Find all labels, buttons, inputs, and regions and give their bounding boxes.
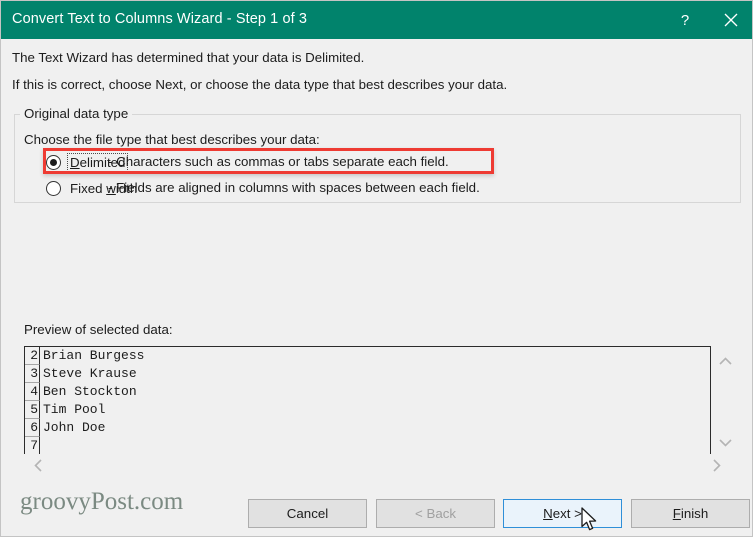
help-button[interactable]: ? <box>662 1 708 39</box>
preview-row-number: 5 <box>25 401 40 419</box>
preview-horizontal-scrollbar[interactable] <box>24 454 738 476</box>
scroll-left-button[interactable] <box>27 454 49 476</box>
group-legend: Original data type <box>20 106 133 121</box>
preview-row-text: Steve Krause <box>43 366 137 381</box>
preview-row: 4 Ben Stockton <box>25 383 710 401</box>
watermark: groovyPost.com <box>20 488 184 515</box>
radio-description-fixed-width: - Fields are aligned in columns with spa… <box>108 180 480 195</box>
preview-row-number: 7 <box>25 437 40 455</box>
preview-row: 7 <box>25 437 710 455</box>
intro-text-line-1: The Text Wizard has determined that your… <box>12 50 365 65</box>
preview-row-text: Ben Stockton <box>43 384 137 399</box>
preview-row: 2 Brian Burgess <box>25 347 710 365</box>
preview-label: Preview of selected data: <box>24 322 173 337</box>
preview-row-text: Tim Pool <box>43 402 106 417</box>
group-instruction: Choose the file type that best describes… <box>24 132 320 147</box>
cancel-button[interactable]: Cancel <box>248 499 367 528</box>
scroll-down-button[interactable] <box>712 431 738 453</box>
scroll-up-button[interactable] <box>712 350 738 372</box>
radio-button-fixed-width[interactable] <box>46 180 61 196</box>
scroll-right-button[interactable] <box>705 454 727 476</box>
title-bar: Convert Text to Columns Wizard - Step 1 … <box>1 1 752 39</box>
radio-button-delimited[interactable] <box>46 154 61 170</box>
preview-row-text: Brian Burgess <box>43 348 145 363</box>
next-button-label: Next > <box>543 506 582 521</box>
intro-text-line-2: If this is correct, choose Next, or choo… <box>12 77 508 92</box>
preview-row-text: John Doe <box>43 420 106 435</box>
question-mark-icon: ? <box>680 11 690 29</box>
preview-row: 6 John Doe <box>25 419 710 437</box>
chevron-left-icon <box>33 458 42 472</box>
chevron-down-icon <box>718 438 732 447</box>
back-button[interactable]: < Back <box>376 499 495 528</box>
preview-row-number: 6 <box>25 419 40 437</box>
radio-description-delimited: - Characters such as commas or tabs sepa… <box>108 154 449 169</box>
text-to-columns-wizard-dialog: Convert Text to Columns Wizard - Step 1 … <box>0 0 753 537</box>
preview-pane[interactable]: 2 Brian Burgess 3 Steve Krause 4 Ben Sto… <box>24 346 711 459</box>
next-button[interactable]: Next > <box>503 499 622 528</box>
preview-row: 5 Tim Pool <box>25 401 710 419</box>
finish-button-label: Finish <box>672 506 709 521</box>
preview-row-number: 4 <box>25 383 40 401</box>
close-button[interactable] <box>708 1 752 39</box>
close-icon <box>724 13 738 27</box>
preview-row-number: 2 <box>25 347 40 365</box>
finish-button[interactable]: Finish <box>631 499 750 528</box>
window-title: Convert Text to Columns Wizard - Step 1 … <box>12 11 308 27</box>
chevron-up-icon <box>718 356 732 365</box>
preview-vertical-scrollbar[interactable] <box>712 346 738 459</box>
preview-row: 3 Steve Krause <box>25 365 710 383</box>
preview-row-number: 3 <box>25 365 40 383</box>
chevron-right-icon <box>712 458 721 472</box>
